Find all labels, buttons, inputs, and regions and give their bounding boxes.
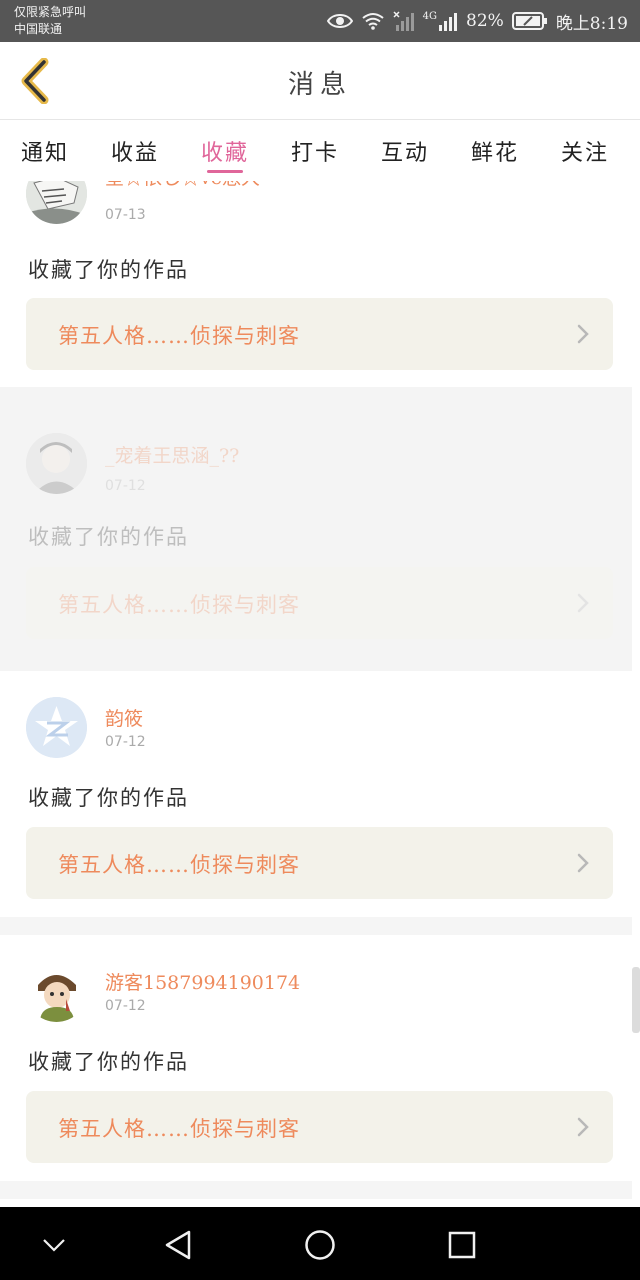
avatar[interactable]	[26, 433, 87, 494]
list-item: _宠着王思涵_?? 07-12 收藏了你的作品 第五人格……侦探与刺客	[0, 387, 632, 671]
active-tab-indicator	[207, 170, 243, 173]
avatar[interactable]	[26, 961, 87, 1022]
battery-icon	[511, 12, 547, 30]
username[interactable]: 韵筱	[105, 704, 143, 731]
tab-flowers[interactable]: 鲜花	[450, 121, 540, 181]
notification-list[interactable]: 星☆依し☆ve憩大 07-13 收藏了你的作品 第五人格……侦探与刺客 _宠着王…	[0, 181, 632, 1207]
tab-favorites-label: 收藏	[200, 141, 249, 166]
work-link[interactable]: 第五人格……侦探与刺客	[26, 1091, 613, 1163]
list-item: 韵筱 07-12 收藏了你的作品 第五人格……侦探与刺客	[0, 671, 632, 917]
scrollbar[interactable]	[632, 967, 640, 1033]
tab-checkin[interactable]: 打卡	[270, 121, 360, 181]
chevron-right-icon	[577, 324, 589, 344]
clock: 晚上8:19	[555, 13, 628, 34]
notification-date: 07-12	[105, 998, 146, 1014]
work-link[interactable]: 第五人格……侦探与刺客	[26, 827, 613, 899]
list-item: 游客1587994190174 07-12 收藏了你的作品 第五人格……侦探与刺…	[0, 935, 632, 1181]
status-bar: 仅限紧急呼叫 中国联通 4G 82% 晚上8:19	[0, 0, 640, 42]
system-nav-bar	[0, 1207, 640, 1280]
list-item: 星☆依し☆ve憩大 07-13 收藏了你的作品 第五人格……侦探与刺客	[0, 181, 632, 387]
action-text: 收藏了你的作品	[28, 1050, 189, 1074]
status-icons: 4G 82% 晚上8:19	[326, 9, 628, 34]
triangle-back-icon	[165, 1230, 191, 1260]
tab-earnings[interactable]: 收益	[90, 121, 180, 181]
page-title: 消息	[287, 70, 352, 100]
no-signal-icon	[393, 11, 414, 31]
work-link[interactable]: 第五人格……侦探与刺客	[26, 567, 613, 639]
work-title: 第五人格……侦探与刺客	[58, 853, 300, 877]
work-title: 第五人格……侦探与刺客	[58, 593, 300, 617]
tab-bar: 通知 收益 收藏 打卡 互动 鲜花 关注	[0, 121, 640, 181]
chevron-right-icon	[577, 593, 589, 613]
notification-date: 07-12	[105, 478, 146, 494]
avatar-image-icon	[26, 181, 87, 224]
chevron-down-icon	[43, 1239, 65, 1252]
nav-back-button[interactable]	[158, 1225, 198, 1265]
tab-follow[interactable]: 关注	[540, 121, 630, 181]
nav-home-button[interactable]	[300, 1225, 340, 1265]
eye-icon	[326, 14, 353, 28]
chevron-right-icon	[577, 853, 589, 873]
chevron-right-icon	[577, 1117, 589, 1137]
list-item	[0, 1199, 632, 1207]
tab-interaction[interactable]: 互动	[360, 121, 450, 181]
nav-hide-button[interactable]	[34, 1225, 74, 1265]
carrier-name: 中国联通	[14, 22, 63, 36]
username[interactable]: _宠着王思涵_??	[105, 441, 239, 468]
username[interactable]: 星☆依し☆ve憩大	[105, 181, 260, 190]
action-text: 收藏了你的作品	[28, 525, 189, 549]
emergency-text: 仅限紧急呼叫	[14, 5, 87, 19]
qq-zone-icon	[26, 697, 87, 758]
signal-icon	[439, 13, 458, 31]
nav-recents-button[interactable]	[442, 1225, 482, 1265]
work-link[interactable]: 第五人格……侦探与刺客	[26, 298, 613, 370]
notification-date: 07-13	[105, 207, 146, 223]
notification-date: 07-12	[105, 734, 146, 750]
avatar-image-icon	[26, 433, 87, 494]
tab-notice[interactable]: 通知	[0, 121, 90, 181]
carrier-info: 仅限紧急呼叫 中国联通	[14, 4, 86, 38]
action-text: 收藏了你的作品	[28, 786, 189, 810]
tab-favorites[interactable]: 收藏	[180, 121, 270, 181]
action-text: 收藏了你的作品	[28, 258, 189, 282]
avatar[interactable]	[26, 697, 87, 758]
work-title: 第五人格……侦探与刺客	[58, 1117, 300, 1141]
work-title: 第五人格……侦探与刺客	[58, 324, 300, 348]
avatar[interactable]	[26, 181, 87, 224]
battery-percent: 82%	[466, 11, 504, 31]
app-header: 消息	[0, 42, 640, 120]
wifi-icon	[362, 13, 384, 30]
username[interactable]: 游客1587994190174	[105, 968, 300, 995]
circle-home-icon	[305, 1230, 335, 1260]
avatar-image-icon	[26, 961, 87, 1022]
network-type: 4G	[422, 11, 438, 22]
square-recents-icon	[448, 1231, 476, 1259]
